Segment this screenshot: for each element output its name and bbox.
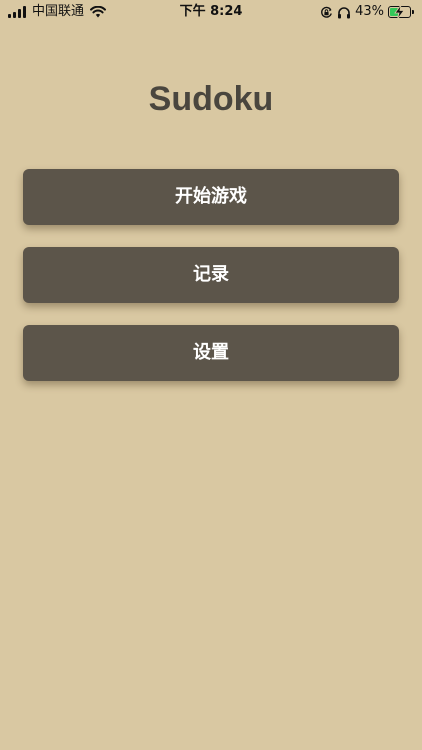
battery-percent: 43%: [355, 4, 384, 19]
orientation-lock-icon: [321, 6, 332, 18]
headphones-icon: [338, 6, 351, 18]
status-right: 43%: [320, 4, 414, 20]
start-game-button[interactable]: 开始游戏: [23, 169, 399, 225]
battery-charging-icon: [388, 4, 414, 20]
records-button[interactable]: 记录: [23, 247, 399, 303]
main-menu: 开始游戏 记录 设置: [23, 169, 399, 403]
settings-button[interactable]: 设置: [23, 325, 399, 381]
status-bar: 中国联通 下午 8:24 43%: [0, 0, 422, 24]
app-title: Sudoku: [148, 80, 274, 118]
